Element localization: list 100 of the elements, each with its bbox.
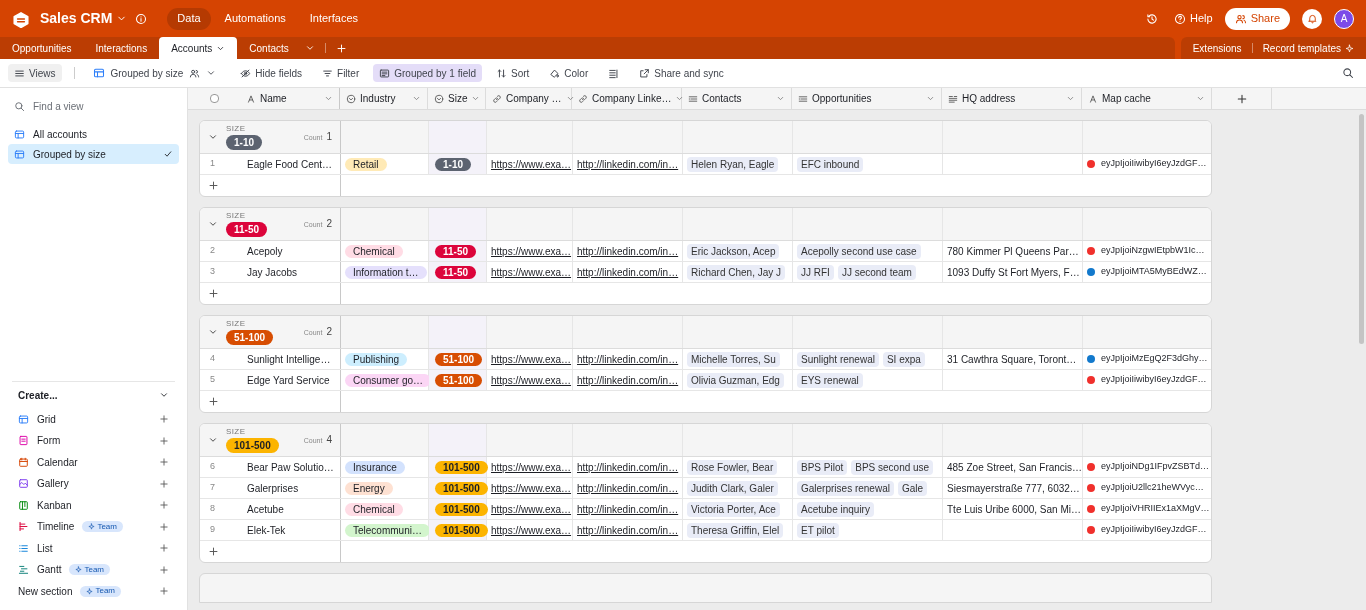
info-icon[interactable] — [135, 12, 148, 25]
opportunity-record[interactable]: JJ second team — [837, 264, 916, 280]
opportunity-record[interactable]: ET pilot — [797, 522, 839, 538]
column-header[interactable]: Size — [428, 88, 486, 109]
chevron-icon[interactable] — [159, 390, 169, 400]
select-all-checkbox[interactable] — [209, 94, 219, 103]
linkedin-link[interactable]: http://linkedin.com/in… — [577, 501, 679, 517]
opportunity-record[interactable]: Acetube inquiry — [797, 501, 874, 517]
contact-record[interactable]: Eric Jackson, Acep — [687, 243, 780, 259]
views-button[interactable]: Views — [8, 64, 62, 82]
opportunity-record[interactable]: Sunlight renewal — [797, 351, 879, 367]
add-table-icon[interactable] — [335, 42, 347, 54]
opportunity-record[interactable]: EYS renewal — [797, 372, 863, 388]
nav-tab[interactable]: Automations — [214, 7, 296, 30]
add-icon[interactable] — [159, 521, 169, 532]
create-view-item[interactable]: New section Team — [8, 580, 179, 602]
contact-record[interactable]: Rose Fowler, Bear — [687, 459, 778, 475]
caret-icon[interactable] — [304, 43, 315, 53]
table-tab[interactable]: Interactions — [83, 37, 160, 59]
website-link[interactable]: https://www.exa… — [491, 372, 572, 388]
contact-record[interactable]: Olivia Guzman, Edg — [687, 372, 784, 388]
column-header[interactable]: Opportunities — [792, 88, 942, 109]
table-tab[interactable]: Opportunities — [0, 37, 84, 59]
record-row[interactable]: 5 Edge Yard Service Consumer go… 51-100 https://www.exa… http://linkedin.com/in… Olivia Guzman, Edg EYS renewal eyJpIjoiIiwibyI6eyJzdGF… — [200, 370, 1211, 391]
sort-button[interactable]: Sort — [490, 64, 536, 82]
column-header[interactable]: Contacts — [682, 88, 792, 109]
add-record-icon[interactable] — [208, 546, 219, 557]
linkedin-link[interactable]: http://linkedin.com/in… — [577, 351, 679, 367]
column-header[interactable]: HQ address — [942, 88, 1082, 109]
linkedin-link[interactable]: http://linkedin.com/in… — [577, 156, 679, 172]
view-item[interactable]: Grouped by size — [8, 144, 179, 164]
record-row[interactable]: 2 Acepoly Chemical 11-50 https://www.exa… http://linkedin.com/in… Eric Jackson, Acep Acepolly second use case 780 Kimmer Pl Queens Par… eyJpIjoiNzgwIEtpbW1Ic… — [200, 241, 1211, 262]
contact-record[interactable]: Victoria Porter, Ace — [687, 501, 780, 517]
add-icon[interactable] — [159, 500, 169, 511]
scrollbar-thumb[interactable] — [1359, 114, 1364, 344]
filter-button[interactable]: Filter — [316, 64, 366, 82]
create-view-item[interactable]: List — [8, 537, 179, 559]
group-button[interactable]: Grouped by 1 field — [373, 64, 482, 82]
share-button[interactable]: Share — [1224, 7, 1290, 30]
add-icon[interactable] — [159, 564, 169, 575]
nav-tab[interactable]: Data — [167, 7, 211, 30]
table-tab[interactable]: Contacts — [237, 37, 301, 59]
opportunity-record[interactable]: EFC inbound — [797, 156, 864, 172]
record-row[interactable]: 8 Acetube Chemical 101-500 https://www.exa… http://linkedin.com/in… Victoria Porter, Ace Acetube inquiry Tte Luis Uribe 6000, San Mi… eyJpIjoiVHRIIEx1aXMgV… — [200, 499, 1211, 520]
add-icon[interactable] — [159, 478, 169, 489]
collapse-chevron-icon[interactable] — [208, 219, 218, 229]
opportunity-record[interactable]: Acepolly second use case — [797, 243, 921, 259]
hide-fields-button[interactable]: Hide fields — [234, 64, 309, 82]
collapse-chevron-icon[interactable] — [208, 132, 218, 142]
record-row[interactable]: 3 Jay Jacobs Information t… 11-50 https://www.exa… http://linkedin.com/in… Richard Chen, Jay J JJ RFI JJ second team 1093 Duffy St Fort Myers, F… eyJpIjoiMTA5MyBEdWZ… — [200, 262, 1211, 283]
opportunity-record[interactable]: SI expa — [882, 351, 925, 367]
opportunity-record[interactable]: Gale — [897, 480, 928, 496]
user-avatar[interactable]: A — [1334, 8, 1354, 29]
history-icon[interactable] — [1146, 12, 1158, 25]
view-switcher[interactable]: Grouped by size — [86, 65, 223, 81]
add-icon[interactable] — [159, 457, 169, 468]
create-view-item[interactable]: Gantt Team — [8, 559, 179, 581]
add-record-icon[interactable] — [208, 180, 219, 191]
record-row[interactable]: 4 Sunlight Intellige… Publishing 51-100 https://www.exa… http://linkedin.com/in… Michelle Torres, Su Sunlight renewal SI expa 31 Cawthra Square, Toront… eyJpIjoiMzEgQ2F3dGhy… — [200, 349, 1211, 370]
create-view-item[interactable]: Calendar — [8, 451, 179, 473]
website-link[interactable]: https://www.exa… — [491, 351, 572, 367]
record-row[interactable]: 7 Galerprises Energy 101-500 https://www.exa… http://linkedin.com/in… Judith Clark, Galer Galerprises renewal Gale Siesmayerstraße 777, 6032… eyJpIjoiU2llc21heWVyc… — [200, 478, 1211, 499]
add-record-icon[interactable] — [208, 288, 219, 299]
record-row[interactable]: 6 Bear Paw Solutio… Insurance 101-500 https://www.exa… http://linkedin.com/in… Rose Fowler, Bear BPS Pilot BPS second use 485 Zoe Street, San Francis… eyJpIjoiNDg1IFpvZSBTd… — [200, 457, 1211, 478]
linkedin-link[interactable]: http://linkedin.com/in… — [577, 264, 679, 280]
share-sync-button[interactable]: Share and sync — [633, 64, 730, 82]
website-link[interactable]: https://www.exa… — [491, 156, 572, 172]
add-field-icon[interactable] — [1235, 92, 1248, 105]
website-link[interactable]: https://www.exa… — [491, 501, 572, 517]
collapse-chevron-icon[interactable] — [208, 435, 218, 445]
create-view-item[interactable]: Grid — [8, 408, 179, 430]
find-view-field[interactable]: Find a view — [33, 98, 173, 114]
help-button[interactable]: Help — [1174, 10, 1213, 27]
create-view-item[interactable]: Kanban — [8, 494, 179, 516]
color-button[interactable]: Color — [543, 64, 595, 82]
opportunity-record[interactable]: BPS second use — [851, 459, 934, 475]
linkedin-link[interactable]: http://linkedin.com/in… — [577, 459, 679, 475]
opportunity-record[interactable]: JJ RFI — [797, 264, 834, 280]
create-view-item[interactable]: Gallery — [8, 473, 179, 495]
website-link[interactable]: https://www.exa… — [491, 522, 572, 538]
contact-record[interactable]: Theresa Griffin, Elel — [687, 522, 784, 538]
column-header[interactable]: Name — [240, 88, 340, 109]
website-link[interactable]: https://www.exa… — [491, 459, 572, 475]
create-view-item[interactable]: Timeline Team — [8, 516, 179, 538]
column-header[interactable]: Company … — [486, 88, 572, 109]
add-icon[interactable] — [159, 586, 169, 597]
record-row[interactable]: 9 Elek-Tek Telecommuni… 101-500 https://www.exa… http://linkedin.com/in… Theresa Griffin, Elel ET pilot eyJpIjoiIiwibyI6eyJzdGF… — [200, 520, 1211, 541]
opportunity-record[interactable]: BPS Pilot — [797, 459, 848, 475]
contact-record[interactable]: Richard Chen, Jay J — [687, 264, 786, 280]
column-header[interactable]: Map cache — [1082, 88, 1212, 109]
linkedin-link[interactable]: http://linkedin.com/in… — [577, 480, 679, 496]
add-record-icon[interactable] — [208, 396, 219, 407]
linkedin-link[interactable]: http://linkedin.com/in… — [577, 372, 679, 388]
contact-record[interactable]: Judith Clark, Galer — [687, 480, 778, 496]
linkedin-link[interactable]: http://linkedin.com/in… — [577, 243, 679, 259]
table-tool-button[interactable]: Extensions — [1192, 40, 1242, 56]
create-view-item[interactable]: Form — [8, 430, 179, 452]
add-icon[interactable] — [159, 543, 169, 554]
notifications-button[interactable] — [1302, 8, 1322, 29]
record-row[interactable]: 1 Eagle Food Cent… Retail 1-10 https://www.exa… http://linkedin.com/in… Helen Ryan, Eagle EFC inbound eyJpIjoiIiwibyI6eyJzdGF… — [200, 154, 1211, 175]
